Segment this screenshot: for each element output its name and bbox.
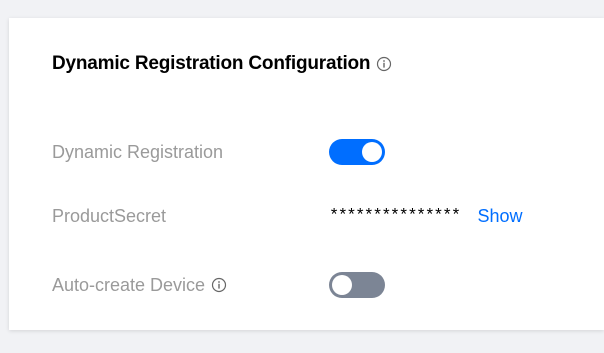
auto-create-device-label: Auto-create Device (52, 274, 206, 295)
dynamic-registration-row: Dynamic Registration (52, 139, 223, 165)
show-secret-link[interactable]: Show (478, 206, 523, 227)
section-title: Dynamic Registration Configuration (52, 53, 371, 74)
product-secret-label: ProductSecret (52, 205, 167, 226)
product-secret-masked: *************** (329, 206, 461, 226)
dynamic-registration-value (329, 139, 385, 165)
auto-create-device-label-group: Auto-create Device (52, 275, 227, 296)
product-secret-value: *************** Show (329, 203, 523, 229)
auto-create-device-toggle[interactable] (329, 272, 385, 298)
auto-create-device-value (329, 272, 385, 298)
dynamic-registration-toggle[interactable] (329, 139, 385, 165)
section-header: Dynamic Registration Configuration (52, 52, 392, 76)
toggle-knob (332, 275, 352, 295)
info-circle-icon[interactable] (376, 56, 392, 72)
toggle-knob (362, 142, 382, 162)
product-secret-row: ProductSecret (52, 203, 166, 229)
dynamic-registration-label: Dynamic Registration (52, 141, 224, 162)
auto-create-device-row: Auto-create Device (52, 272, 227, 298)
info-circle-icon[interactable] (211, 277, 227, 293)
